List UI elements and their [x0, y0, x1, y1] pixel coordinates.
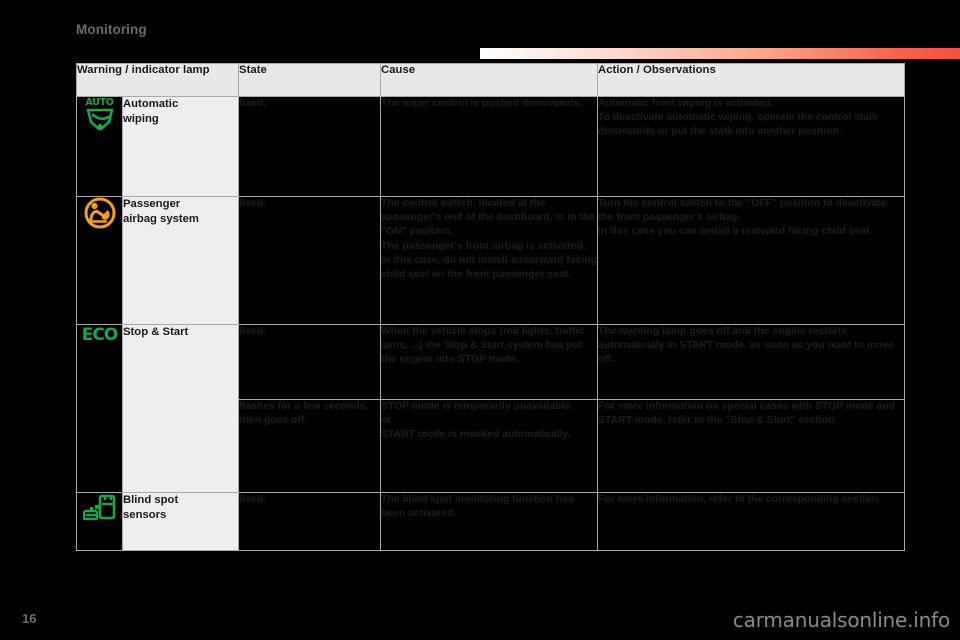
cause-text-line3: START mode is invoked automatically. — [381, 429, 571, 441]
cause-text-line1: STOP mode is temporarily unavailable. — [381, 401, 573, 412]
eco-icon: ECO — [81, 325, 119, 345]
state-text: flashes for a few seconds, then goes off… — [239, 401, 369, 427]
icon-cell-stop-start: ECO — [76, 324, 123, 493]
action-cell: Automatic front wiping is activated. To … — [597, 96, 905, 197]
table-row: Passenger airbag system fixed. The contr… — [76, 196, 905, 325]
action-cell: For more information, refer to the corre… — [597, 492, 905, 551]
icon-cell-blind-spot — [76, 492, 123, 551]
manual-page: Monitoring Warning / indicator lamp Stat… — [0, 0, 960, 640]
lamp-label-line1: Automatic — [123, 98, 179, 110]
icon-cell-automatic-wiping: AUTO — [76, 96, 123, 197]
state-cell: fixed. — [238, 324, 381, 400]
passenger-airbag-icon — [84, 197, 115, 229]
page-title: Monitoring — [76, 22, 147, 37]
state-text: fixed. — [239, 494, 267, 505]
site-watermark: carmanualsonline.info — [732, 608, 950, 632]
lamp-label-automatic-wiping: Automatic wiping — [122, 96, 239, 197]
state-cell: flashes for a few seconds, then goes off… — [238, 399, 381, 493]
column-header-cause: Cause — [380, 63, 598, 97]
table-body: AUTO Automatic wiping fixed. The wiper c… — [76, 96, 905, 551]
lamp-label-line2: sensors — [123, 509, 167, 521]
state-cell: fixed. — [238, 96, 381, 197]
lamp-label-line2: wiping — [123, 113, 159, 125]
action-text-line2: To deactivate automatic wiping, operate … — [598, 112, 878, 138]
cause-text-line2: or — [381, 415, 392, 427]
blind-spot-sensors-icon — [82, 494, 115, 521]
lamp-label-blind-spot: Blind spot sensors — [122, 492, 239, 551]
action-text-line1: For more information on special cases wi… — [598, 401, 895, 427]
column-header-lamp: Warning / indicator lamp — [76, 63, 239, 97]
lamp-label-line1: Blind spot — [123, 494, 179, 506]
action-text-line1: Automatic front wiping is activated. — [598, 98, 774, 109]
action-cell: The warning lamp goes off and the engine… — [597, 324, 905, 400]
page-number: 16 — [22, 611, 37, 626]
table-header-row: Warning / indicator lamp State Cause Act… — [76, 63, 905, 97]
column-header-state: State — [238, 63, 381, 97]
action-text-line1: Turn the control switch to the "OFF" pos… — [598, 198, 887, 224]
header-gradient-rule — [480, 48, 960, 59]
cause-text: The wiper control is pushed downwards. — [381, 98, 582, 109]
lamp-label-line2: airbag system — [123, 213, 199, 225]
warning-lamp-table-wrapper: Warning / indicator lamp State Cause Act… — [76, 63, 905, 551]
action-cell: Turn the control switch to the "OFF" pos… — [597, 196, 905, 325]
state-text: fixed. — [239, 98, 267, 109]
action-cell: For more information on special cases wi… — [597, 399, 905, 493]
cause-text-line1: The control switch, located at the passe… — [381, 198, 595, 238]
windscreen-wiper-glyph — [85, 108, 114, 131]
lamp-label-stop-start: Stop & Start — [122, 324, 239, 493]
state-cell: fixed. — [238, 196, 381, 325]
table-row: Blind spot sensors fixed. The blind spot… — [76, 492, 905, 551]
cause-text-line1: The blind spot monitoring function has b… — [381, 494, 574, 520]
icon-cell-passenger-airbag — [76, 196, 123, 325]
state-text: fixed. — [239, 326, 267, 337]
lamp-label-line1: Passenger — [123, 198, 181, 210]
action-text-line2: In this case you can install a rearward … — [598, 226, 873, 238]
cause-cell: The control switch, located at the passe… — [380, 196, 598, 325]
state-text: fixed. — [239, 198, 267, 209]
cause-text-line1: When the vehicle stops (red lights, traf… — [381, 326, 585, 366]
table-header: Warning / indicator lamp State Cause Act… — [76, 63, 905, 97]
auto-wiping-icon-label: AUTO — [85, 97, 114, 108]
auto-wiping-icon: AUTO — [83, 97, 117, 132]
state-cell: fixed. — [238, 492, 381, 551]
cause-cell: The wiper control is pushed downwards. — [380, 96, 598, 197]
action-text-line1: The warning lamp goes off and the engine… — [598, 326, 894, 366]
lamp-label-passenger-airbag: Passenger airbag system — [122, 196, 239, 325]
action-text-line1: For more information, refer to the corre… — [598, 494, 881, 505]
cause-cell: When the vehicle stops (red lights, traf… — [380, 324, 598, 400]
table-row: AUTO Automatic wiping fixed. The wiper c… — [76, 96, 905, 197]
cause-cell: STOP mode is temporarily unavailable. or… — [380, 399, 598, 493]
lamp-label-line1: Stop & Start — [123, 326, 189, 338]
cause-text-line2: The passenger's front airbag is activate… — [381, 240, 597, 281]
warning-lamp-table: Warning / indicator lamp State Cause Act… — [76, 63, 905, 551]
table-row: ECO Stop & Start fixed. When the vehicle… — [76, 324, 905, 493]
column-header-action: Action / Observations — [597, 63, 905, 97]
cause-cell: The blind spot monitoring function has b… — [380, 492, 598, 551]
